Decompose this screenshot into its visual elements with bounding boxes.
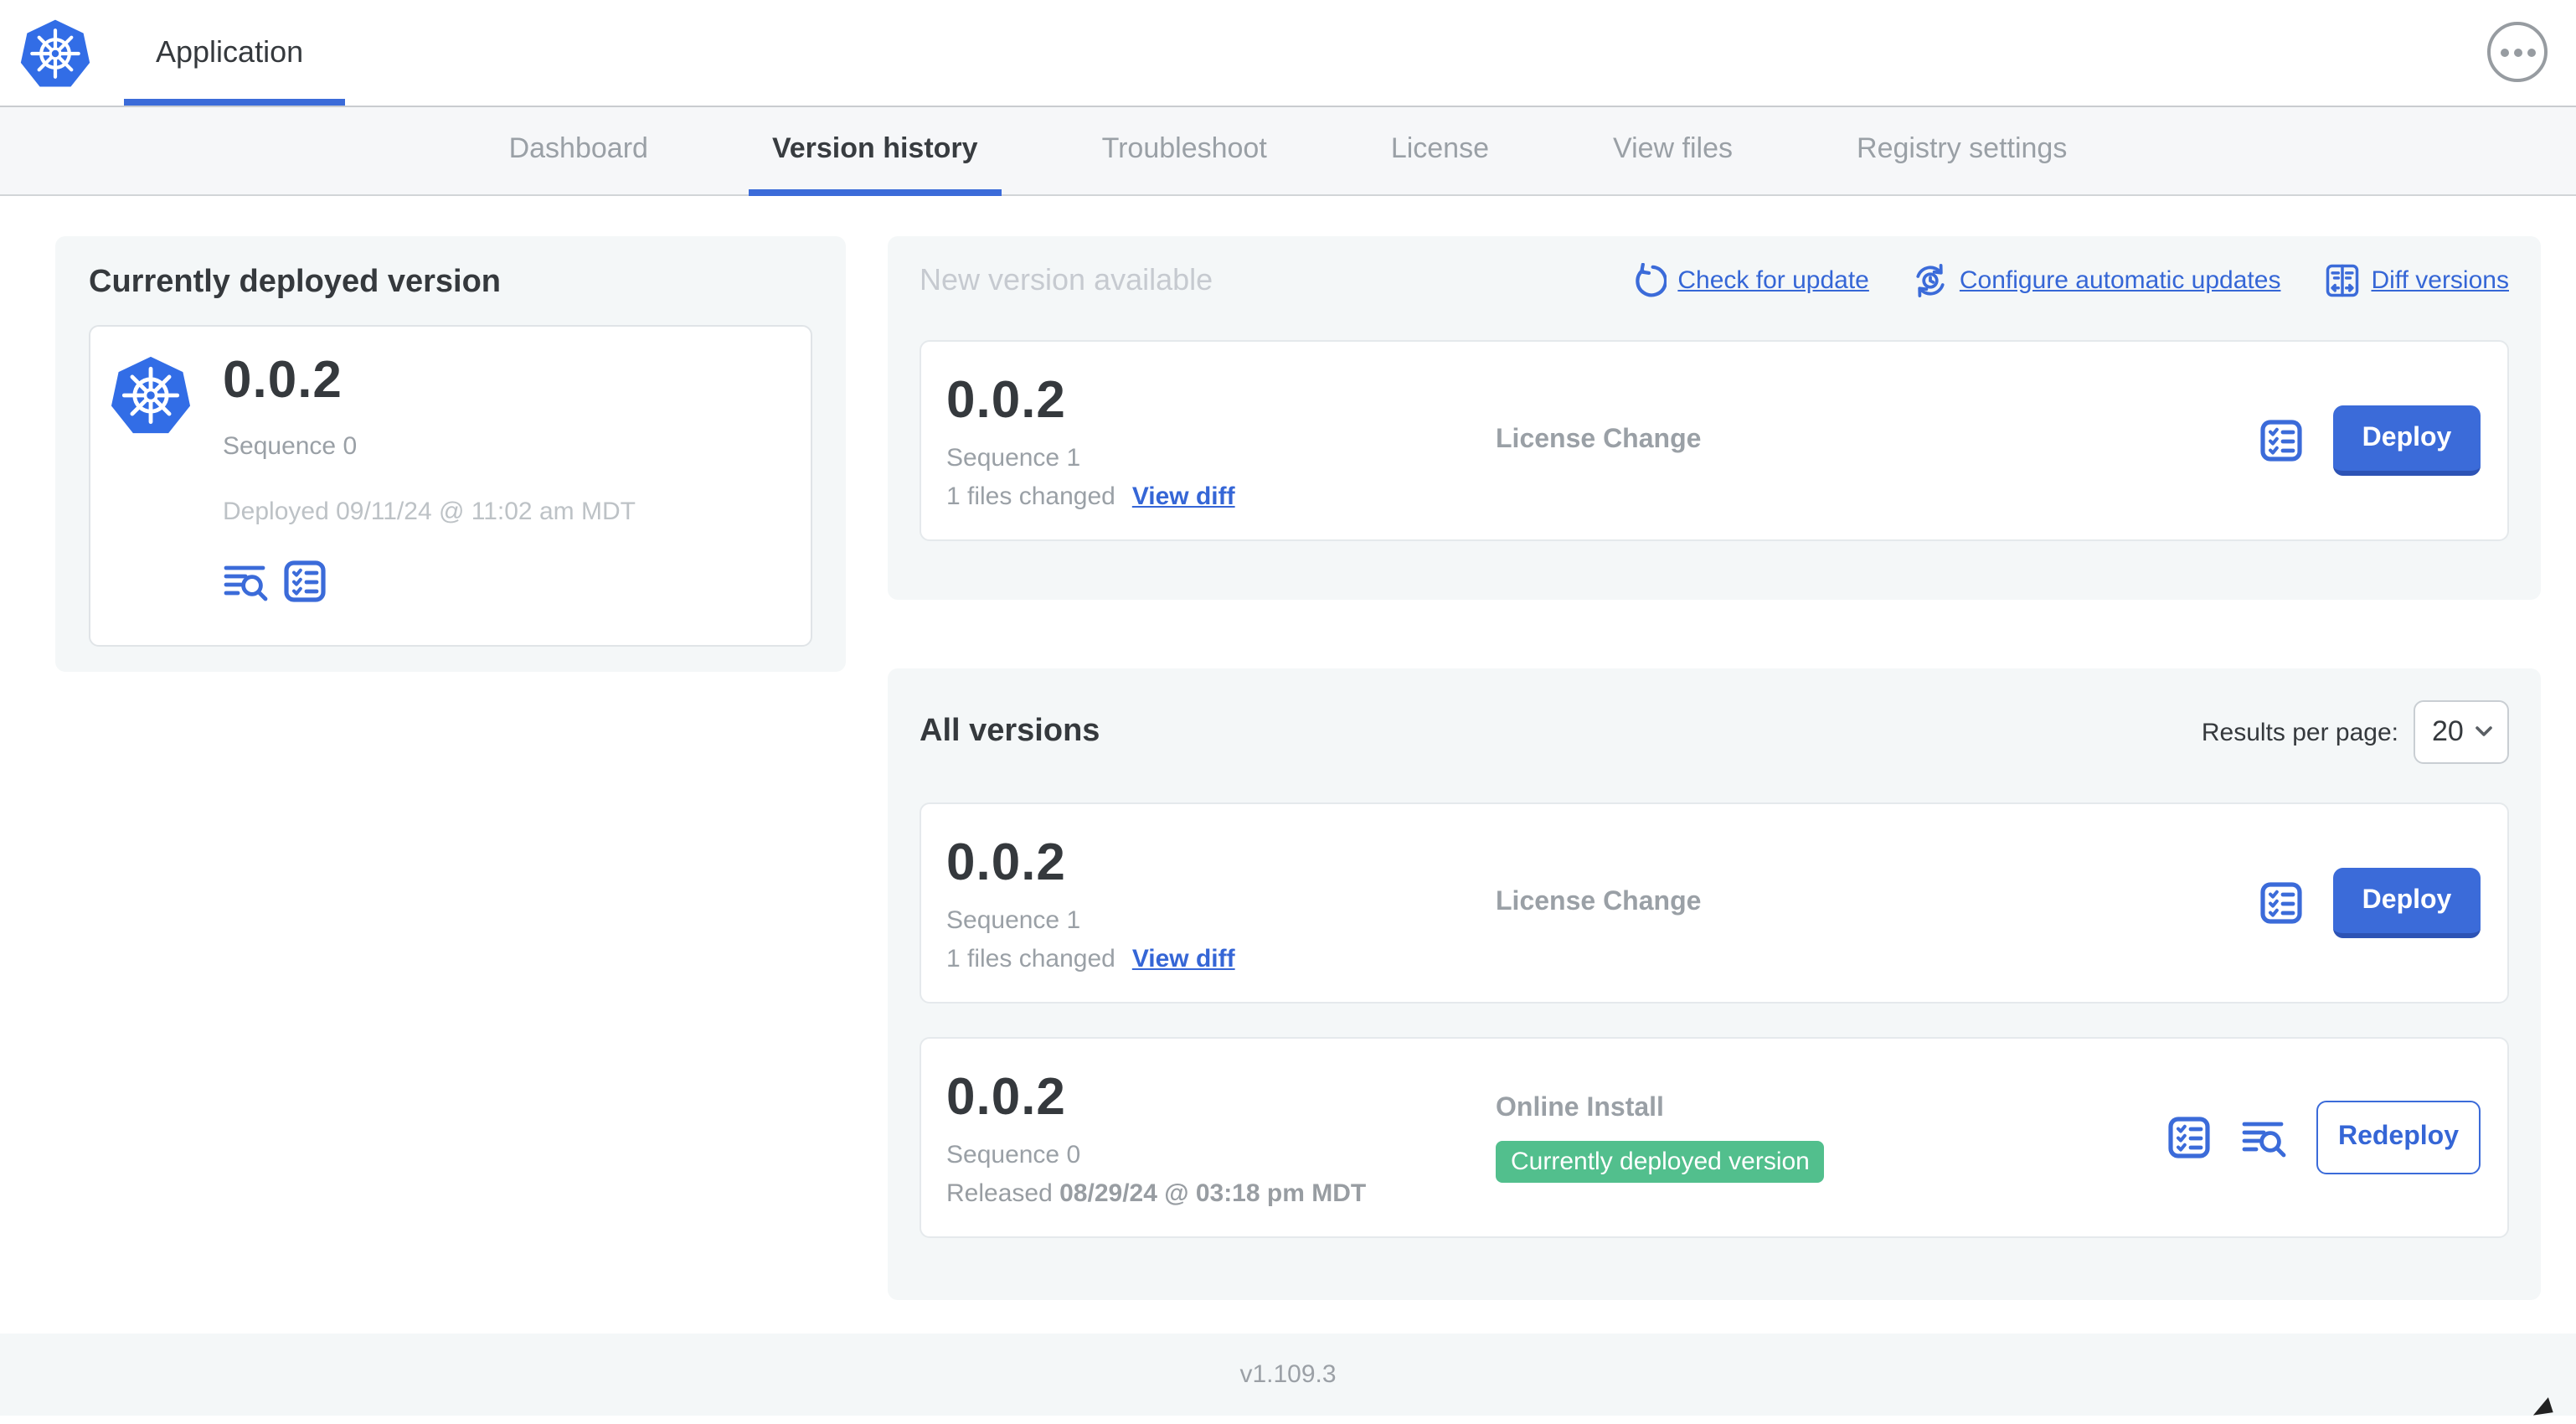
version-number: 0.0.2 — [946, 370, 1066, 429]
deployed-timestamp: Deployed 09/11/24 @ 11:02 am MDT — [223, 498, 636, 526]
view-diff-link[interactable]: View diff — [1132, 482, 1235, 511]
tab-registry-settings[interactable]: Registry settings — [1833, 107, 2090, 196]
tab-troubleshoot[interactable]: Troubleshoot — [1079, 107, 1291, 196]
console-version: v1.109.3 — [1239, 1360, 1337, 1389]
all-versions-panel: All versions Results per page: 20 0.0.2 … — [888, 668, 2541, 1300]
checklist-icon[interactable] — [281, 558, 328, 605]
files-changed-label: 1 files changed — [946, 945, 1115, 973]
top-header-bar: Application — [0, 0, 2576, 107]
logs-icon[interactable] — [2241, 1114, 2288, 1161]
configure-automatic-updates-link[interactable]: Configure automatic updates — [1913, 263, 2280, 298]
version-number: 0.0.2 — [946, 1067, 1066, 1126]
new-version-panel: New version available Check for update C… — [888, 236, 2541, 600]
view-diff-link[interactable]: View diff — [1132, 945, 1235, 973]
version-sequence: Sequence 1 — [946, 444, 1081, 472]
checklist-icon[interactable] — [2258, 880, 2305, 926]
refresh-icon — [1631, 263, 1666, 298]
redeploy-button[interactable]: Redeploy — [2316, 1101, 2481, 1174]
new-version-card: 0.0.2 Sequence 1 1 files changed View di… — [920, 340, 2509, 541]
tab-license[interactable]: License — [1368, 107, 1512, 196]
checklist-icon[interactable] — [2258, 417, 2305, 464]
tab-version-history[interactable]: Version history — [748, 107, 1002, 196]
released-timestamp: Released 08/29/24 @ 03:18 pm MDT — [946, 1179, 1367, 1208]
app-title-active-underline — [124, 99, 345, 106]
app-logo-icon — [20, 17, 90, 90]
check-for-update-link[interactable]: Check for update — [1631, 263, 1869, 298]
version-sequence: Sequence 1 — [946, 906, 1081, 935]
ellipsis-menu-button[interactable] — [2487, 22, 2548, 82]
deployed-sequence: Sequence 0 — [223, 432, 358, 461]
currently-deployed-panel: Currently deployed version 0.0.2 Sequenc… — [55, 236, 846, 672]
schedule-update-icon — [1913, 263, 1948, 298]
ellipsis-icon — [2500, 48, 2508, 56]
tab-view-files[interactable]: View files — [1589, 107, 1756, 196]
new-version-heading: New version available — [920, 263, 1213, 297]
app-title-tab[interactable]: Application — [156, 0, 303, 106]
diff-versions-link[interactable]: Diff versions — [2324, 263, 2509, 298]
deploy-button[interactable]: Deploy — [2333, 868, 2481, 938]
deployed-version-number: 0.0.2 — [223, 350, 343, 409]
kots-admin-console: Application Dashboard Version history Tr… — [0, 0, 2576, 1424]
section-nav-tabs: Dashboard Version history Troubleshoot L… — [0, 107, 2576, 196]
currently-deployed-badge: Currently deployed version — [1496, 1140, 1825, 1182]
footer-bar: v1.109.3 — [0, 1334, 2576, 1416]
version-source-label: License Change — [1496, 888, 1702, 916]
all-versions-heading: All versions — [920, 714, 1100, 749]
currently-deployed-heading: Currently deployed version — [89, 265, 502, 300]
logs-icon[interactable] — [223, 558, 270, 605]
version-row: 0.0.2 Sequence 0 Released 08/29/24 @ 03:… — [920, 1037, 2509, 1238]
version-number: 0.0.2 — [946, 833, 1066, 891]
tab-dashboard[interactable]: Dashboard — [486, 107, 672, 196]
checklist-icon[interactable] — [2166, 1114, 2213, 1161]
app-logo-icon — [111, 353, 191, 437]
files-changed-label: 1 files changed — [946, 482, 1115, 511]
diff-icon — [2324, 263, 2359, 298]
currently-deployed-card: 0.0.2 Sequence 0 Deployed 09/11/24 @ 11:… — [89, 325, 812, 647]
chevron-down-icon — [2476, 726, 2492, 736]
version-source-label: License Change — [1496, 426, 1702, 454]
version-sequence: Sequence 0 — [946, 1141, 1081, 1169]
results-per-page-select[interactable]: 20 — [2414, 700, 2509, 764]
deploy-button[interactable]: Deploy — [2333, 405, 2481, 476]
version-source-label: Online Install — [1496, 1093, 1664, 1122]
version-row: 0.0.2 Sequence 1 1 files changed View di… — [920, 802, 2509, 1004]
results-per-page-label: Results per page: — [2201, 718, 2398, 746]
